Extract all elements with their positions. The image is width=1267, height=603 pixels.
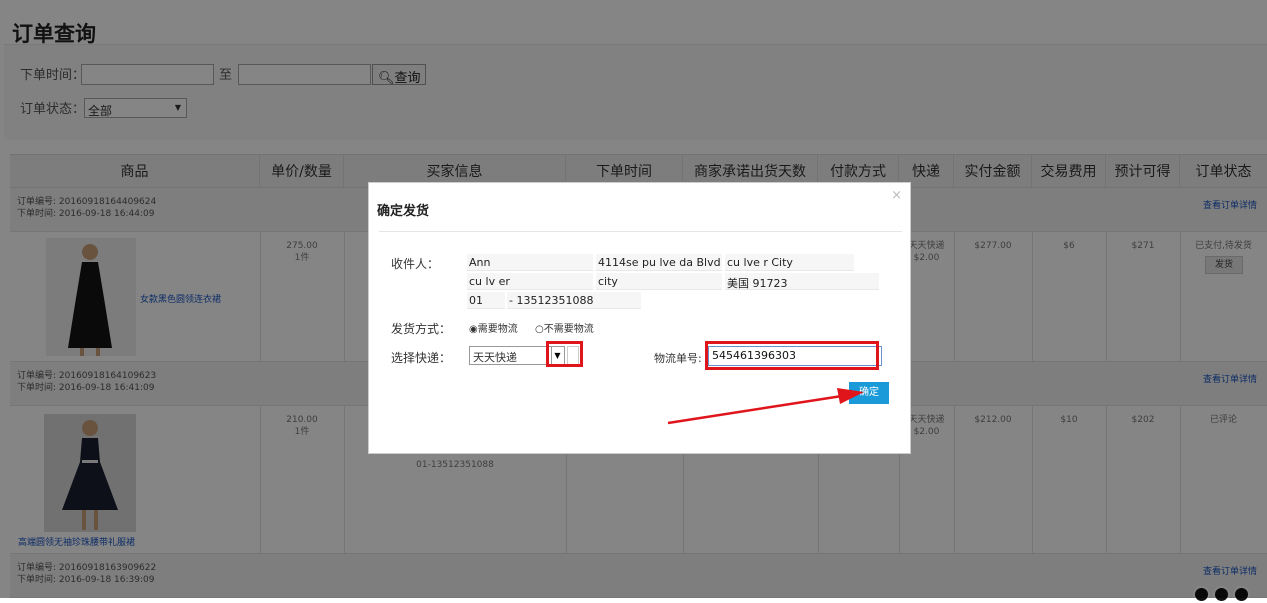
annotation-arrow-icon [667,388,864,425]
